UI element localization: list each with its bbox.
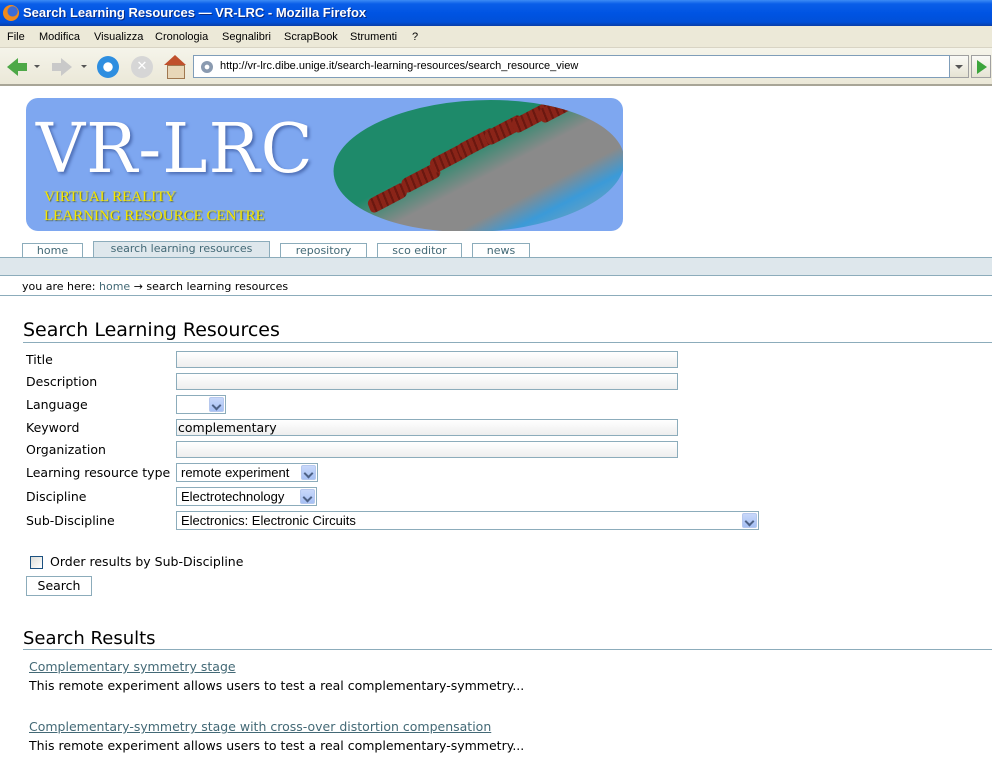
- forward-history-dropdown-icon[interactable]: [80, 54, 88, 80]
- menu-help[interactable]: ?: [412, 26, 418, 48]
- keyword-label: Keyword: [26, 420, 80, 435]
- page-content: VR-LRC VIRTUAL REALITY LEARNING RESOURCE…: [0, 88, 992, 779]
- resource-type-select[interactable]: remote experiment: [176, 463, 318, 482]
- organization-label: Organization: [26, 442, 106, 457]
- banner-subtitle-line1: VIRTUAL REALITY: [44, 189, 177, 205]
- menu-strumenti[interactable]: Strumenti: [350, 26, 397, 48]
- menu-scrapbook[interactable]: ScrapBook: [284, 26, 338, 48]
- menu-modifica[interactable]: Modifica: [39, 26, 80, 48]
- search-form-heading: Search Learning Resources: [23, 319, 280, 341]
- breadcrumb-home-link[interactable]: home: [99, 280, 130, 293]
- result-title-link[interactable]: Complementary symmetry stage: [29, 659, 236, 674]
- organization-input[interactable]: [176, 441, 678, 458]
- firefox-icon: [3, 5, 19, 21]
- heading-divider: [23, 342, 992, 343]
- chevron-down-icon[interactable]: [742, 513, 757, 528]
- forward-icon[interactable]: [50, 54, 74, 80]
- breadcrumb-divider: [0, 295, 992, 296]
- menu-bar: File Modifica Visualizza Cronologia Segn…: [0, 26, 992, 48]
- window-title-bar: Search Learning Resources — VR-LRC - Moz…: [0, 0, 992, 26]
- result-description: This remote experiment allows users to t…: [29, 678, 525, 693]
- resource-type-select-value: remote experiment: [181, 465, 290, 480]
- discipline-label: Discipline: [26, 489, 87, 504]
- menu-visualizza[interactable]: Visualizza: [94, 26, 143, 48]
- order-by-sub-discipline-checkbox[interactable]: [30, 556, 43, 569]
- title-input[interactable]: [176, 351, 678, 368]
- sub-discipline-select[interactable]: Electronics: Electronic Circuits: [176, 511, 759, 530]
- address-bar-url[interactable]: http://vr-lrc.dibe.unige.it/search-learn…: [220, 56, 578, 77]
- back-icon[interactable]: [5, 54, 29, 80]
- language-label: Language: [26, 397, 88, 412]
- banner-subtitle-line2: LEARNING RESOURCE CENTRE: [44, 208, 265, 224]
- search-button[interactable]: Search: [26, 576, 92, 596]
- url-history-dropdown-icon[interactable]: [950, 55, 969, 78]
- discipline-select[interactable]: Electrotechnology: [176, 487, 317, 506]
- address-bar[interactable]: http://vr-lrc.dibe.unige.it/search-learn…: [193, 55, 950, 78]
- breadcrumb-current: search learning resources: [146, 280, 289, 293]
- resource-type-label: Learning resource type: [26, 465, 171, 480]
- reload-icon[interactable]: [95, 54, 121, 80]
- breadcrumb-prefix: you are here:: [22, 280, 96, 293]
- sub-discipline-label: Sub-Discipline: [26, 513, 115, 528]
- sub-discipline-select-value: Electronics: Electronic Circuits: [181, 513, 356, 528]
- search-results-heading: Search Results: [23, 628, 156, 649]
- breadcrumb: you are here: home → search learning res…: [22, 280, 288, 293]
- site-logo: VR-LRC: [36, 110, 314, 189]
- description-label: Description: [26, 374, 98, 389]
- stop-icon[interactable]: [129, 54, 155, 80]
- description-input[interactable]: [176, 373, 678, 390]
- home-icon[interactable]: [162, 54, 188, 80]
- window-title: Search Learning Resources — VR-LRC - Moz…: [23, 5, 367, 20]
- menu-file[interactable]: File: [7, 26, 25, 48]
- site-banner[interactable]: VR-LRC VIRTUAL REALITY LEARNING RESOURCE…: [26, 98, 623, 231]
- main-tabs: home search learning resources repositor…: [0, 241, 992, 259]
- order-by-sub-discipline-label[interactable]: Order results by Sub-Discipline: [50, 554, 243, 569]
- breadcrumb-separator: →: [133, 280, 143, 293]
- navigation-toolbar: http://vr-lrc.dibe.unige.it/search-learn…: [0, 48, 992, 86]
- chevron-down-icon[interactable]: [209, 397, 224, 412]
- menu-cronologia[interactable]: Cronologia: [155, 26, 208, 48]
- result-description: This remote experiment allows users to t…: [29, 738, 525, 753]
- results-divider: [23, 649, 992, 650]
- result-title-link[interactable]: Complementary-symmetry stage with cross-…: [29, 719, 491, 734]
- circuit-board-image: [322, 100, 623, 231]
- tab-bar-strip: [0, 257, 992, 276]
- menu-segnalibri[interactable]: Segnalibri: [222, 26, 271, 48]
- keyword-input[interactable]: complementary: [176, 419, 678, 436]
- title-label: Title: [26, 352, 53, 367]
- go-icon[interactable]: [971, 55, 991, 78]
- site-identity-icon[interactable]: [201, 61, 213, 73]
- chevron-down-icon[interactable]: [301, 465, 316, 480]
- back-history-dropdown-icon[interactable]: [33, 54, 41, 80]
- chevron-down-icon[interactable]: [300, 489, 315, 504]
- language-select[interactable]: [176, 395, 226, 414]
- discipline-select-value: Electrotechnology: [181, 489, 285, 504]
